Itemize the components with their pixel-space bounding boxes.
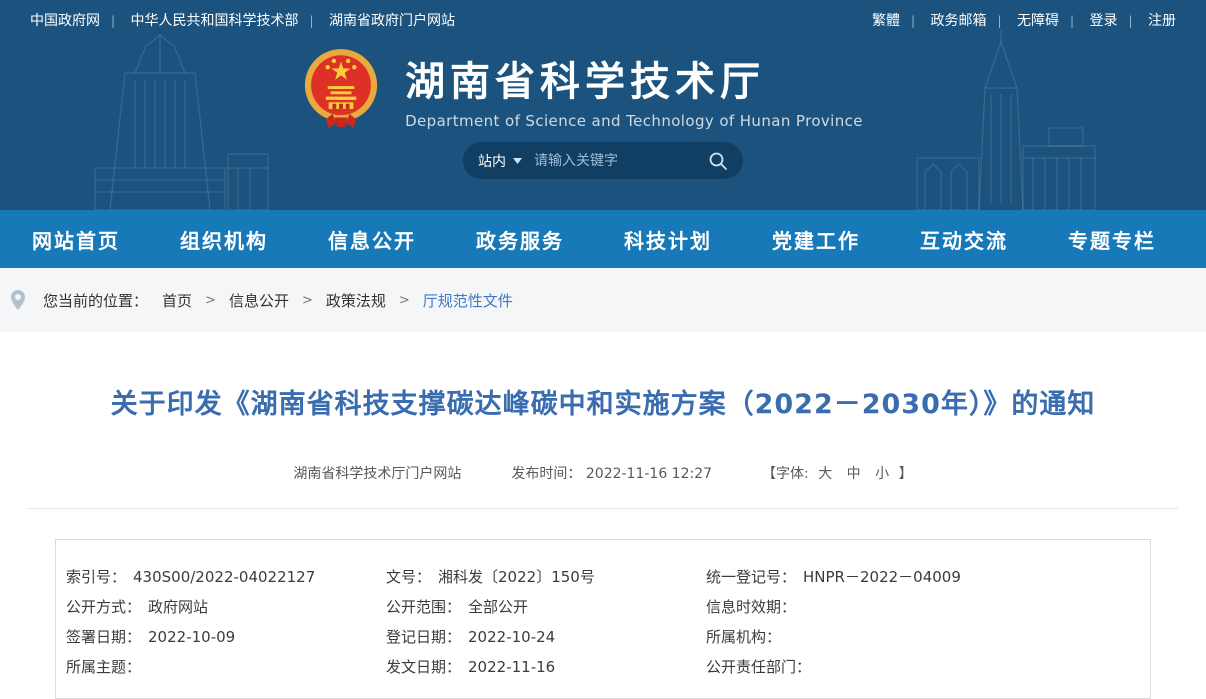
site-title: 湖南省科学技术厅: [405, 49, 863, 107]
info-cell-affiliated-org: 所属机构：: [706, 622, 1140, 652]
search-icon: [708, 151, 728, 171]
breadcrumb-separator: >: [399, 293, 410, 308]
info-cell-disclosure-scope: 公开范围：全部公开: [386, 592, 706, 622]
header-main: 湖南省科学技术厅 Department of Science and Techn…: [0, 47, 1206, 179]
nav-item-party-building[interactable]: 党建工作: [772, 225, 860, 254]
info-row: 索引号：430S00/2022-04022127 文号：湘科发〔2022〕150…: [56, 562, 1150, 592]
font-size-label-open: 【字体:: [762, 466, 809, 482]
info-cell-signing-date: 签署日期：2022-10-09: [66, 622, 386, 652]
topbar-divider: |: [310, 14, 314, 28]
info-cell-index-number: 索引号：430S00/2022-04022127: [66, 562, 386, 592]
font-size-medium-button[interactable]: 中: [847, 466, 861, 482]
breadcrumb: 您当前的位置： 首页 > 信息公开 > 政策法规 > 厅规范性文件: [0, 268, 1206, 332]
nav-item-special-topics[interactable]: 专题专栏: [1068, 225, 1156, 254]
topbar-link-login[interactable]: 登录: [1090, 13, 1118, 29]
topbar-divider: |: [998, 14, 1002, 28]
topbar-link-gov-cn[interactable]: 中国政府网: [30, 13, 100, 29]
topbar-divider: |: [911, 14, 915, 28]
search-button[interactable]: [708, 151, 728, 171]
info-row: 所属主题： 发文日期：2022-11-16 公开责任部门：: [56, 652, 1150, 682]
topbar-left-links: 中国政府网 | 中华人民共和国科学技术部 | 湖南省政府门户网站: [30, 10, 455, 30]
site-header: 中国政府网 | 中华人民共和国科学技术部 | 湖南省政府门户网站 繁體 | 政务邮箱 |…: [0, 0, 1206, 210]
topbar-link-most[interactable]: 中华人民共和国科学技术部: [131, 13, 299, 29]
breadcrumb-separator: >: [302, 293, 313, 308]
font-size-controls: 【字体: 大 中 小 】: [762, 463, 913, 483]
info-cell-issue-date: 发文日期：2022-11-16: [386, 652, 706, 682]
font-size-large-button[interactable]: 大: [818, 466, 832, 482]
info-row: 公开方式：政府网站 公开范围：全部公开 信息时效期：: [56, 592, 1150, 622]
topbar: 中国政府网 | 中华人民共和国科学技术部 | 湖南省政府门户网站 繁體 | 政务邮箱 |…: [0, 0, 1206, 40]
search-scope-label: 站内: [478, 151, 506, 171]
font-size-label-close: 】: [899, 466, 913, 482]
breadcrumb-item-home[interactable]: 首页: [162, 290, 192, 311]
info-cell-disclosure-method: 公开方式：政府网站: [66, 592, 386, 622]
topbar-link-hunan-gov[interactable]: 湖南省政府门户网站: [329, 13, 455, 29]
publish-time: 发布时间： 2022-11-16 12:27: [511, 463, 712, 483]
search-scope-select[interactable]: 站内: [478, 151, 522, 171]
publish-time-label: 发布时间：: [511, 466, 581, 482]
info-cell-unified-reg-number: 统一登记号：HNPR－2022－04009: [706, 562, 1140, 592]
topbar-divider: |: [111, 14, 115, 28]
topbar-divider: |: [1129, 14, 1133, 28]
site-subtitle: Department of Science and Technology of …: [405, 112, 863, 130]
topbar-link-accessibility[interactable]: 无障碍: [1017, 13, 1059, 29]
chevron-down-icon: [513, 158, 522, 164]
search-input[interactable]: [534, 153, 708, 169]
info-cell-validity-period: 信息时效期：: [706, 592, 1140, 622]
nav-item-gov-services[interactable]: 政务服务: [476, 225, 564, 254]
article-main: 关于印发《湖南省科技支撑碳达峰碳中和实施方案（2022－2030年）》的通知 湖…: [0, 382, 1206, 699]
nav-item-organization[interactable]: 组织机构: [180, 225, 268, 254]
article-source: 湖南省科学技术厅门户网站: [293, 463, 461, 483]
location-pin-icon: [10, 289, 26, 311]
info-cell-doc-number: 文号：湘科发〔2022〕150号: [386, 562, 706, 592]
publish-time-value: 2022-11-16 12:27: [586, 466, 712, 482]
national-emblem-logo: [303, 47, 379, 131]
site-logo-lockup[interactable]: 湖南省科学技术厅 Department of Science and Techn…: [0, 47, 1186, 131]
topbar-right-links: 繁體 | 政务邮箱 | 无障碍 | 登录 | 注册: [872, 10, 1176, 30]
brand-text: 湖南省科学技术厅 Department of Science and Techn…: [405, 49, 863, 130]
topbar-link-mail[interactable]: 政务邮箱: [931, 13, 987, 29]
topbar-link-register[interactable]: 注册: [1148, 13, 1176, 29]
info-cell-subject: 所属主题：: [66, 652, 386, 682]
article-meta: 湖南省科学技术厅门户网站 发布时间： 2022-11-16 12:27 【字体:…: [0, 463, 1206, 483]
breadcrumb-item-current[interactable]: 厅规范性文件: [423, 290, 513, 311]
topbar-divider: |: [1070, 14, 1074, 28]
breadcrumb-item-policies[interactable]: 政策法规: [326, 290, 386, 311]
article-title: 关于印发《湖南省科技支撑碳达峰碳中和实施方案（2022－2030年）》的通知: [0, 382, 1206, 421]
nav-item-interaction[interactable]: 互动交流: [920, 225, 1008, 254]
nav-item-home[interactable]: 网站首页: [32, 225, 120, 254]
main-nav: 网站首页 组织机构 信息公开 政务服务 科技计划 党建工作 互动交流 专题专栏: [0, 210, 1206, 268]
breadcrumb-prefix: 您当前的位置：: [43, 290, 148, 311]
document-info-box: 索引号：430S00/2022-04022127 文号：湘科发〔2022〕150…: [55, 539, 1151, 699]
topbar-link-traditional[interactable]: 繁體: [872, 13, 900, 29]
nav-item-info-disclosure[interactable]: 信息公开: [328, 225, 416, 254]
info-cell-registration-date: 登记日期：2022-10-24: [386, 622, 706, 652]
site-search: 站内: [463, 142, 743, 179]
breadcrumb-item-info-disclosure[interactable]: 信息公开: [229, 290, 289, 311]
info-row: 签署日期：2022-10-09 登记日期：2022-10-24 所属机构：: [56, 622, 1150, 652]
breadcrumb-separator: >: [205, 293, 216, 308]
nav-item-sci-tech-programs[interactable]: 科技计划: [624, 225, 712, 254]
font-size-small-button[interactable]: 小: [875, 466, 889, 482]
info-cell-responsible-dept: 公开责任部门：: [706, 652, 1140, 682]
meta-divider: [28, 508, 1178, 509]
